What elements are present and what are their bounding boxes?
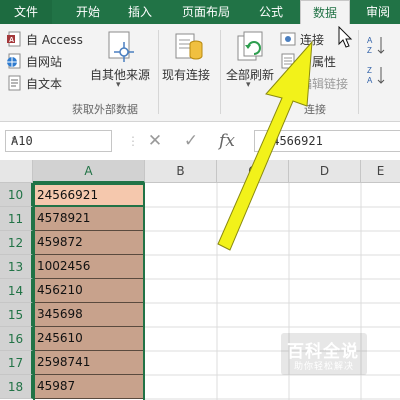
table-cell[interactable]: 456210 <box>33 279 145 303</box>
existing-connections-icon <box>175 33 203 60</box>
connections-label: 连接 <box>300 33 325 47</box>
table-cell-a10[interactable]: 24566921 <box>33 183 145 207</box>
tab-file[interactable]: 文件 <box>0 0 52 24</box>
from-web-button[interactable]: 自网站 <box>6 52 84 70</box>
access-icon: A <box>7 31 21 47</box>
text-file-icon <box>8 75 21 91</box>
watermark-subtitle: 助你轻松解决 <box>294 362 355 372</box>
column-header-d[interactable]: D <box>289 160 361 183</box>
formula-input-value: 24566921 <box>265 134 323 148</box>
row-header[interactable]: 18 <box>0 375 33 399</box>
svg-text:Z: Z <box>367 46 372 55</box>
chevron-down-icon[interactable]: ▾ <box>11 134 107 145</box>
column-header-b[interactable]: B <box>145 160 217 183</box>
tab-insert[interactable]: 插入 <box>114 0 166 24</box>
from-access-label: 自 Access <box>26 33 83 47</box>
select-all-corner[interactable] <box>0 160 33 183</box>
row-header[interactable]: 12 <box>0 231 33 255</box>
sort-az-icon: A Z <box>367 36 385 55</box>
tab-data[interactable]: 数据 <box>300 0 350 25</box>
web-icon <box>7 53 21 69</box>
refresh-icon <box>237 31 263 61</box>
enter-icon[interactable]: ✓ <box>178 130 204 152</box>
connections-button[interactable]: 连接 <box>280 30 340 48</box>
from-other-sources-button[interactable]: 自其他来源 ▾ <box>88 28 154 94</box>
edit-links-button[interactable]: 编辑链接 <box>280 74 350 92</box>
column-header-a[interactable]: A <box>33 160 145 183</box>
svg-text:A: A <box>367 76 373 85</box>
sort-za-icon: Z A <box>367 66 385 85</box>
group-label-get-external-data: 获取外部数据 <box>72 103 138 116</box>
column-header-c[interactable]: C <box>217 160 289 183</box>
table-cell[interactable]: 45987 <box>33 375 145 399</box>
column-header-e[interactable]: E <box>361 160 400 183</box>
existing-connections-button[interactable]: 现有连接 <box>160 28 216 94</box>
row-header[interactable]: 15 <box>0 303 33 327</box>
table-cell[interactable]: 245610 <box>33 327 145 351</box>
row-header[interactable]: 11 <box>0 207 33 231</box>
tab-formulas[interactable]: 公式 <box>246 0 296 24</box>
row-header[interactable]: 16 <box>0 327 33 351</box>
row-header[interactable]: 13 <box>0 255 33 279</box>
tab-home[interactable]: 开始 <box>62 0 114 24</box>
refresh-all-button[interactable]: 全部刷新 ▾ <box>224 28 278 94</box>
name-box[interactable]: A10 ▾ <box>5 130 112 152</box>
from-text-label: 自文本 <box>26 77 63 91</box>
row-header[interactable]: 17 <box>0 351 33 375</box>
from-access-button[interactable]: A 自 Access <box>6 30 84 48</box>
table-cell[interactable]: 4578921 <box>33 207 145 231</box>
properties-button[interactable]: 属性 <box>280 52 340 70</box>
row-header[interactable]: 10 <box>0 183 33 207</box>
tab-page-layout[interactable]: 页面布局 <box>172 0 240 24</box>
properties-icon <box>281 53 295 69</box>
table-cell[interactable]: 345698 <box>33 303 145 327</box>
svg-text:A: A <box>367 36 373 45</box>
sort-ascending-button[interactable]: A Z <box>364 34 394 56</box>
row-header[interactable]: 14 <box>0 279 33 303</box>
other-sources-icon <box>108 31 134 62</box>
connections-icon <box>280 32 296 46</box>
table-cell[interactable]: 2598741 <box>33 351 145 375</box>
from-web-label: 自网站 <box>26 55 63 69</box>
tab-review[interactable]: 审阅 <box>356 0 400 24</box>
ribbon-tab-bar: 文件 开始 插入 页面布局 公式 数据 审阅 <box>0 0 400 25</box>
cancel-icon[interactable]: ✕ <box>142 130 168 152</box>
group-label-connections: 连接 <box>304 103 326 116</box>
properties-label: 属性 <box>312 55 337 69</box>
chevron-down-icon: ▾ <box>116 80 121 90</box>
existing-connections-label: 现有连接 <box>162 68 211 82</box>
formula-bar: A10 ▾ ⋮ ✕ ✓ fx 24566921 <box>0 122 400 160</box>
sort-descending-button[interactable]: Z A <box>364 64 394 86</box>
from-text-button[interactable]: 自文本 <box>6 74 84 92</box>
formula-input[interactable]: 24566921 <box>254 130 400 152</box>
insert-function-icon[interactable]: fx <box>214 130 240 152</box>
table-cell[interactable]: 459872 <box>33 231 145 255</box>
svg-text:A: A <box>9 37 14 44</box>
table-cell[interactable]: 1002456 <box>33 255 145 279</box>
svg-text:Z: Z <box>367 66 372 75</box>
group-separator <box>220 30 221 114</box>
edit-links-label: 编辑链接 <box>300 77 349 91</box>
edit-links-icon <box>281 75 295 91</box>
chevron-down-icon: ▾ <box>246 80 251 90</box>
mouse-cursor-icon <box>338 26 353 48</box>
group-separator <box>358 30 359 114</box>
group-separator <box>158 30 159 114</box>
